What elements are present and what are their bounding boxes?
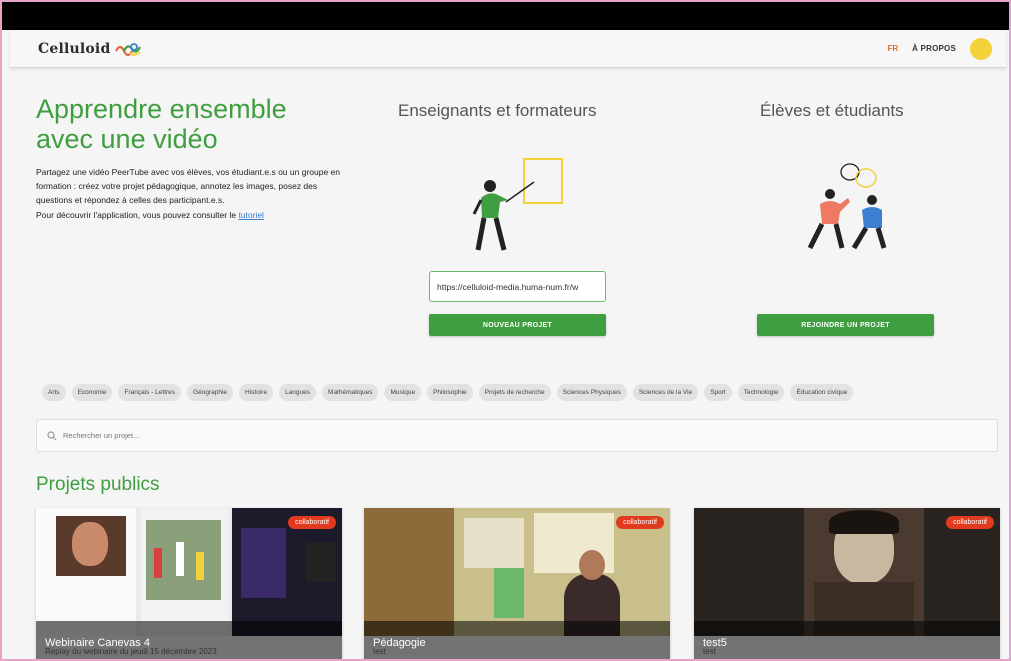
category-chip[interactable]: Sport xyxy=(704,384,732,401)
app-window: Celluloid FR À PROPOS Apprendre ensemble… xyxy=(0,0,1011,661)
collaborative-badge: collaboratif xyxy=(946,516,994,529)
teacher-illustration xyxy=(472,158,563,251)
hero-title-line2: avec une vidéo xyxy=(36,124,218,154)
category-chip[interactable]: Géographie xyxy=(187,384,234,401)
project-card[interactable]: Pédagogie collaboratif test xyxy=(364,508,670,659)
category-chip[interactable]: Arts xyxy=(42,384,66,401)
brand-name: Celluloid xyxy=(38,40,111,57)
hero-description: Partagez une vidéo PeerTube avec vos élè… xyxy=(36,167,340,205)
about-link[interactable]: À PROPOS xyxy=(912,44,956,53)
project-url-input[interactable] xyxy=(429,271,606,302)
app-bar: Celluloid FR À PROPOS xyxy=(10,30,1006,68)
hero-title: Apprendre ensemble avec une vidéo xyxy=(36,94,336,154)
top-black-bar xyxy=(2,2,1009,30)
category-chip[interactable]: Éducation civique xyxy=(790,384,854,401)
students-illustration xyxy=(807,163,887,250)
tutorial-line: Pour découvrir l'application, vous pouve… xyxy=(36,210,341,220)
celluloid-logo-icon xyxy=(115,42,142,56)
project-card[interactable]: Webinaire Canevas 4 collaboratif Replay … xyxy=(36,508,342,659)
category-chip[interactable]: Sciences de la Vie xyxy=(632,384,699,401)
project-description: test xyxy=(703,647,716,656)
language-switch[interactable]: FR xyxy=(887,44,898,53)
hero-title-line1: Apprendre ensemble xyxy=(36,94,287,124)
category-chip[interactable]: Economie xyxy=(71,384,113,401)
collaborative-badge: collaboratif xyxy=(288,516,336,529)
brand-logo[interactable]: Celluloid xyxy=(38,41,144,57)
category-chip[interactable]: Technologie xyxy=(737,384,785,401)
card-overlay xyxy=(694,621,1000,659)
category-chip[interactable]: Histoire xyxy=(239,384,274,401)
join-project-button[interactable]: REJOINDRE UN PROJET xyxy=(757,314,934,336)
category-chip[interactable]: Langues xyxy=(279,384,317,401)
category-chip[interactable]: Sciences Physiques xyxy=(556,384,627,401)
search-icon xyxy=(47,430,57,440)
category-chip[interactable]: Projets de recherche xyxy=(478,384,551,401)
project-description: Replay du webinaire du jeudi 15 décembre… xyxy=(45,647,217,656)
students-title: Élèves et étudiants xyxy=(760,101,904,120)
tutorial-link[interactable]: tutoriel xyxy=(238,210,264,220)
new-project-button[interactable]: NOUVEAU PROJET xyxy=(429,314,606,336)
teachers-title: Enseignants et formateurs xyxy=(398,101,597,120)
search-input[interactable] xyxy=(63,431,363,440)
avatar[interactable] xyxy=(970,37,992,60)
project-search[interactable] xyxy=(36,419,998,452)
tutorial-prefix: Pour découvrir l'application, vous pouve… xyxy=(36,210,239,220)
project-card[interactable]: test5 collaboratif test xyxy=(694,508,1000,659)
public-projects-title: Projets publics xyxy=(36,474,160,495)
project-description: test xyxy=(373,647,386,656)
category-chip[interactable]: Musique xyxy=(384,384,422,401)
collaborative-badge: collaboratif xyxy=(616,516,664,529)
category-chip[interactable]: Philosophie xyxy=(427,384,473,401)
category-chip[interactable]: Mathématiques xyxy=(322,384,379,401)
category-chip[interactable]: Français - Lettres xyxy=(118,384,182,401)
category-chips: Arts Economie Français - Lettres Géograp… xyxy=(42,384,854,401)
